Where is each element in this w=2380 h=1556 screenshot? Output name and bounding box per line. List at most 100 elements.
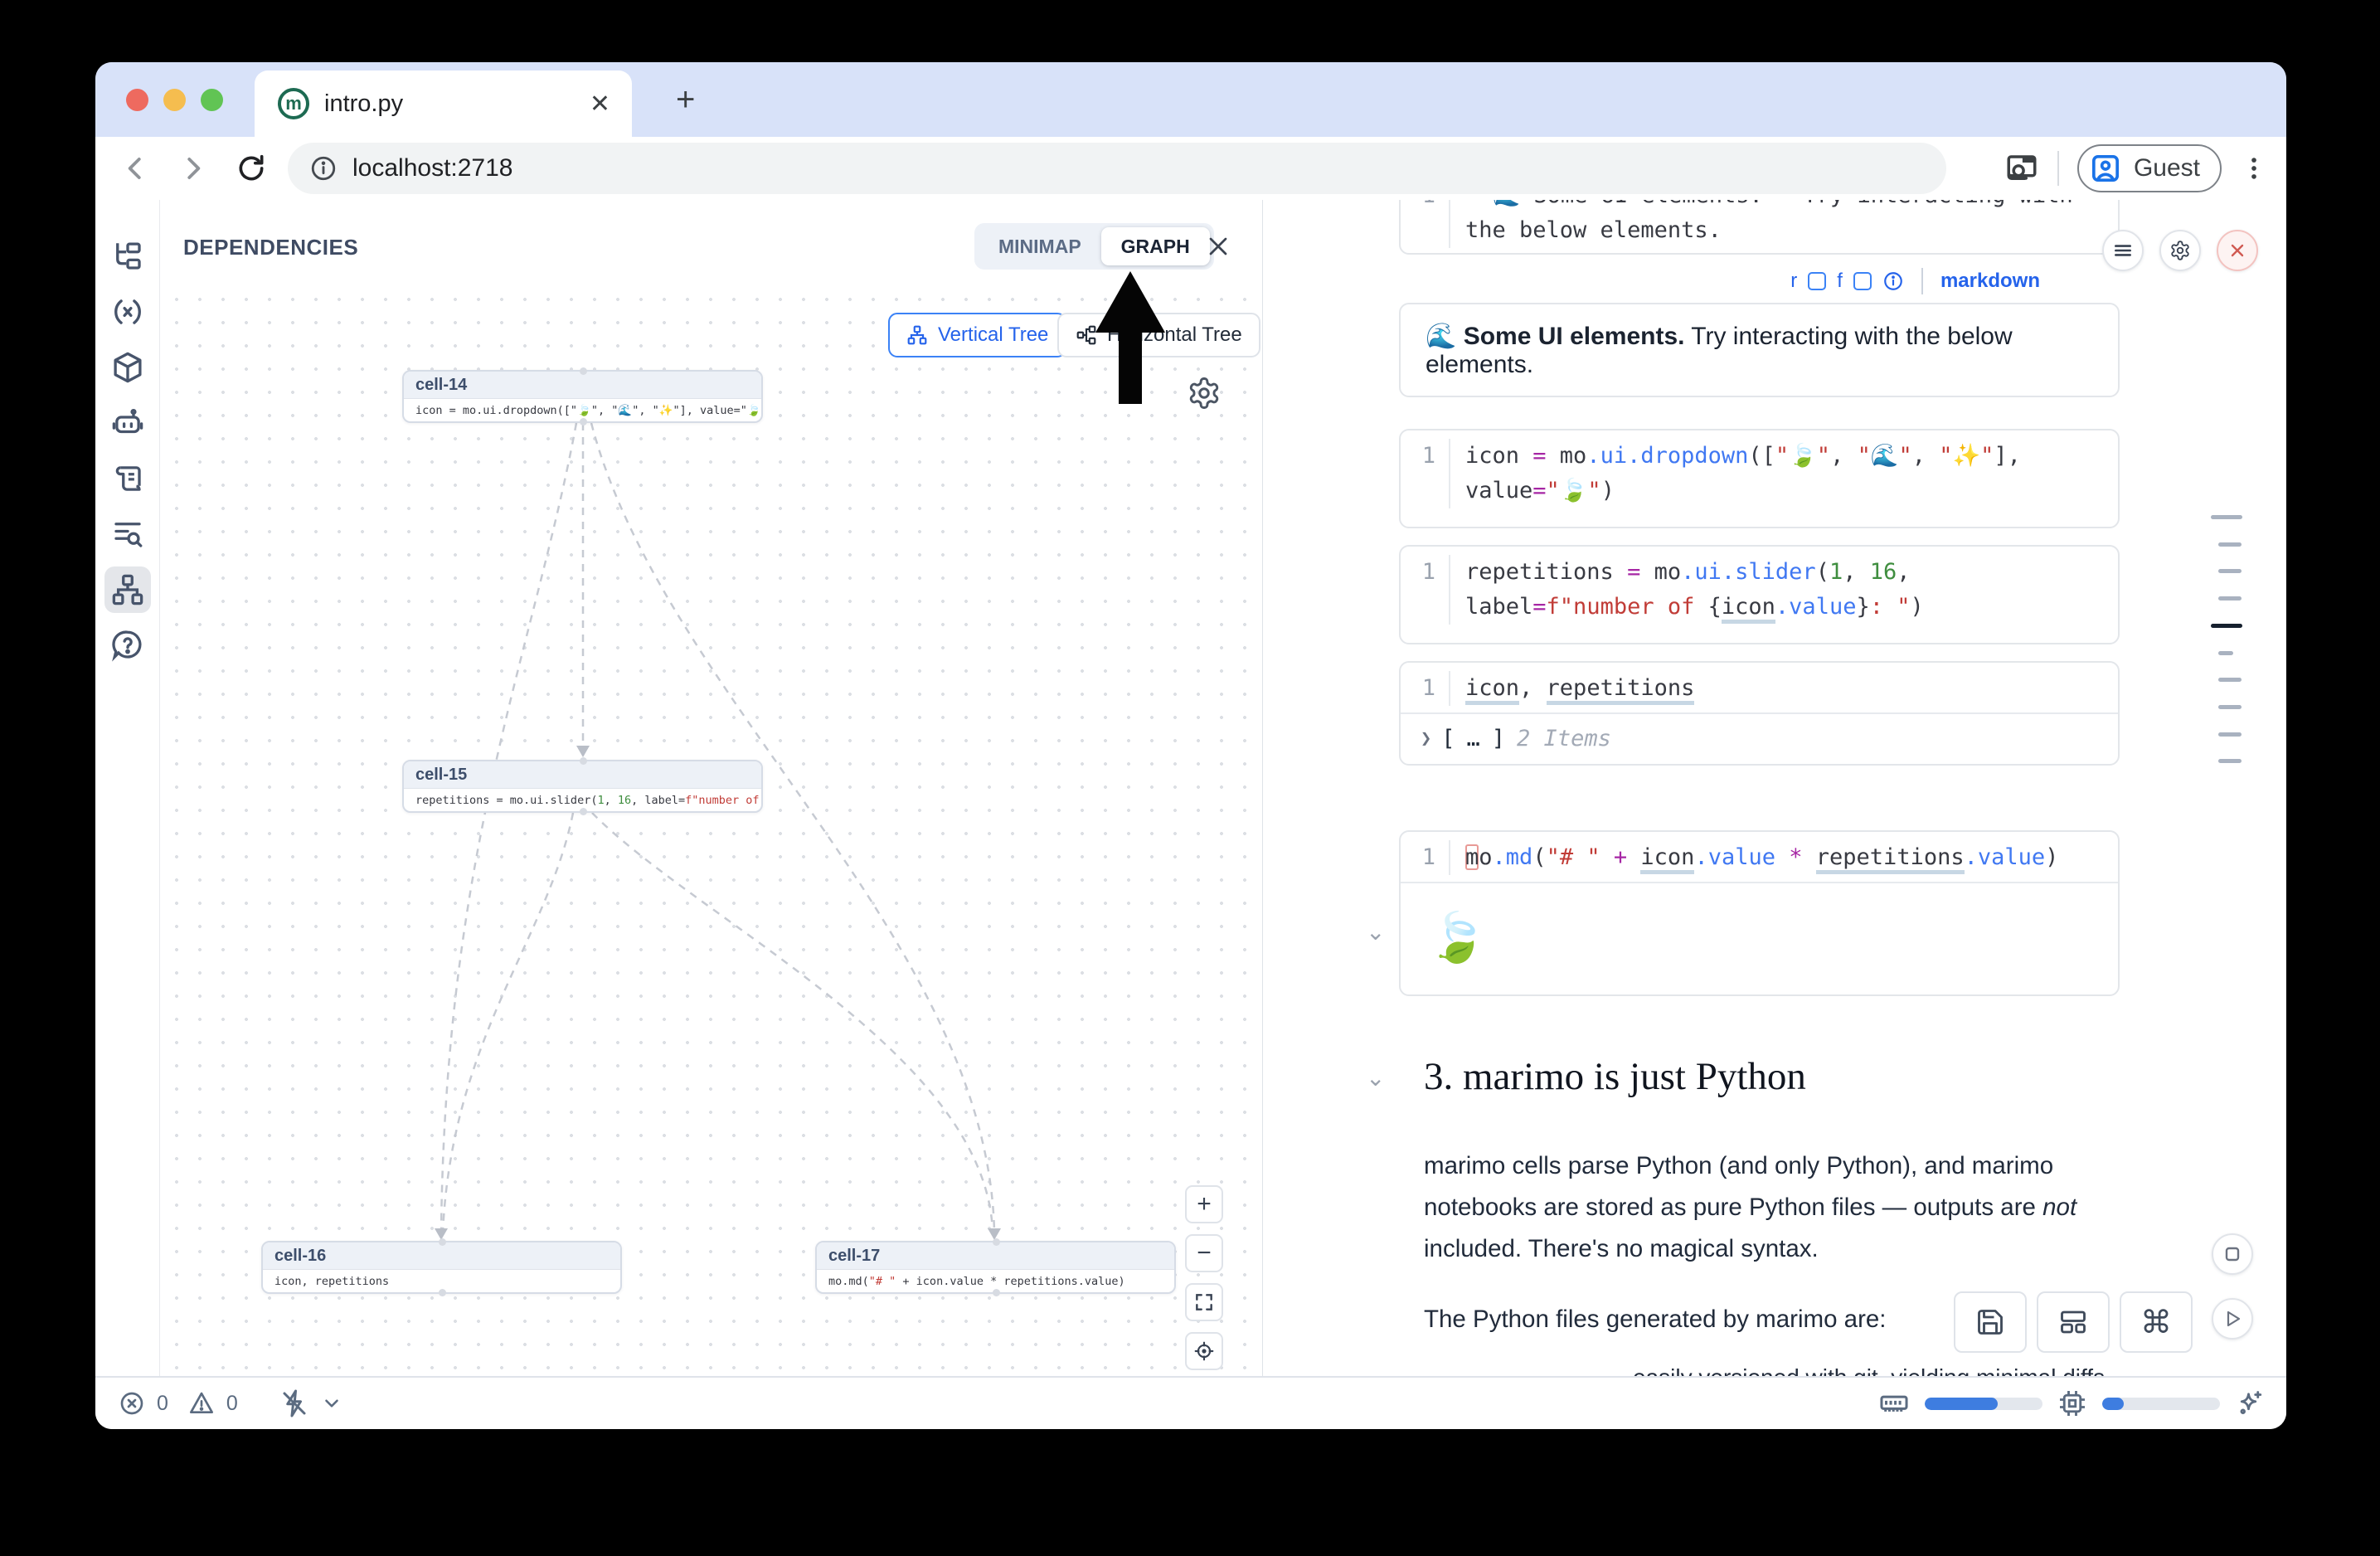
browser-tab[interactable]: m intro.py ✕ [255, 71, 632, 137]
site-info-icon[interactable] [309, 154, 338, 182]
sidebar-item-help[interactable] [104, 622, 151, 669]
md-cell-editor[interactable]: 1 **🌊 Some UI elements.** Try interactin… [1399, 200, 2120, 255]
chevron-down-icon[interactable] [321, 1393, 342, 1414]
md-cell-toolbar: r f markdown [1790, 265, 2040, 298]
zoom-window-button[interactable] [201, 89, 223, 111]
back-icon[interactable] [117, 150, 153, 187]
code-cell-tuple[interactable]: 1 icon, repetitions ❯ […] 2 Items [1399, 661, 2120, 766]
code-cell-md-leaf[interactable]: 1 mo.md("# " + icon.value * repetitions.… [1399, 830, 2120, 996]
url-bar[interactable]: localhost:2718 [288, 143, 1946, 194]
node-connector-dot [580, 367, 587, 375]
minimap-cell-tick[interactable] [2218, 732, 2242, 737]
close-icon [2227, 241, 2247, 260]
zoom-out-button[interactable]: − [1185, 1234, 1223, 1272]
error-count: 0 [157, 1392, 168, 1416]
minimap-current-cell[interactable] [2211, 624, 2242, 628]
code-cell-dropdown[interactable]: 1 icon = mo.ui.dropdown(["🍃", "🌊", "✨"],… [1399, 429, 2120, 528]
tab-title: intro.py [324, 90, 590, 118]
expand-output-icon[interactable]: ❯ [1421, 728, 1431, 749]
zoom-in-button[interactable]: + [1185, 1185, 1223, 1223]
sidebar-item-ai-assistant[interactable] [104, 400, 151, 446]
md-cell-code[interactable]: **🌊 Some UI elements.** Try interacting … [1450, 200, 2073, 248]
node-connector-dot [580, 757, 587, 765]
toggle-f-checkbox[interactable] [1853, 272, 1872, 290]
tab-close-icon[interactable]: ✕ [590, 90, 610, 119]
code-editor[interactable]: icon = mo.ui.dropdown(["🍃", "🌊", "✨"],va… [1450, 439, 2021, 508]
wave-emoji: 🌊 [1426, 323, 1456, 350]
dependency-graph-canvas[interactable]: Vertical Tree Horizontal Tree cell-14ico… [160, 283, 1262, 1376]
marimo-favicon: m [278, 88, 309, 119]
close-window-button[interactable] [126, 89, 148, 111]
minimize-window-button[interactable] [163, 89, 186, 111]
save-button[interactable] [1954, 1291, 2027, 1353]
fullscreen-button[interactable] [1185, 1283, 1223, 1321]
hamburger-icon [2112, 240, 2134, 261]
run-all-button[interactable] [2212, 1298, 2253, 1340]
collapse-section-icon[interactable]: ⌄ [1366, 1064, 1385, 1092]
toggle-r-label[interactable]: r [1790, 270, 1797, 293]
cpu-usage-meter [2102, 1398, 2220, 1410]
command-icon: ⌘ [2140, 1304, 2172, 1340]
minimap-cell-tick[interactable] [2218, 651, 2233, 655]
tuple-output[interactable]: ❯ […] 2 Items [1401, 714, 2118, 762]
stop-kernel-button[interactable] [2212, 1233, 2253, 1275]
tab-graph[interactable]: GRAPH [1101, 227, 1210, 265]
dependency-edges [160, 283, 1262, 1376]
dep-panel-close-icon[interactable] [1203, 231, 1233, 261]
layout-button[interactable] [2037, 1291, 2110, 1353]
code-cell-slider[interactable]: 1 repetitions = mo.ui.slider(1, 16,label… [1399, 545, 2120, 644]
layout-icon [2058, 1307, 2088, 1337]
sidebar-item-file-explorer[interactable] [104, 233, 151, 280]
minimap-cell-tick[interactable] [2218, 569, 2242, 573]
collapse-output-icon[interactable]: ⌄ [1366, 918, 1385, 946]
graph-node-cell-14[interactable]: cell-14icon = mo.ui.dropdown(["🍃", "🌊", … [402, 370, 763, 423]
notebook-menu-button[interactable] [2102, 230, 2144, 271]
code-editor[interactable]: icon, repetitions [1450, 671, 1694, 706]
tab-minimap[interactable]: MINIMAP [979, 227, 1101, 265]
md-cell-output: 🌊 Some UI elements. Try interacting with… [1399, 303, 2120, 397]
ram-icon [1878, 1388, 1910, 1419]
minimap-cell-tick[interactable] [2218, 678, 2242, 682]
minimap-cell-tick[interactable] [2218, 759, 2242, 763]
autorun-toggle[interactable] [279, 1388, 309, 1418]
notebook-panel: 1 **🌊 Some UI elements.** Try interactin… [1263, 200, 2286, 1376]
vertical-tree-button[interactable]: Vertical Tree [888, 313, 1066, 357]
profile-button[interactable]: Guest [2077, 144, 2222, 192]
sidebar-item-packages[interactable] [104, 344, 151, 391]
sidebar-item-logs[interactable] [104, 511, 151, 557]
graph-node-cell-16[interactable]: cell-16icon, repetitions [261, 1241, 622, 1294]
node-title: cell-15 [404, 761, 761, 789]
minimap-cell-tick[interactable] [2218, 705, 2242, 709]
reload-icon[interactable] [233, 150, 270, 187]
ai-sparkle-icon[interactable] [2235, 1388, 2265, 1418]
errors-indicator[interactable] [119, 1390, 145, 1417]
forward-icon[interactable] [175, 150, 211, 187]
toggle-f-label[interactable]: f [1837, 270, 1843, 293]
keyboard-shortcuts-button[interactable]: ⌘ [2120, 1291, 2193, 1353]
url-text: localhost:2718 [352, 154, 512, 182]
new-tab-button[interactable]: + [676, 85, 695, 114]
browser-menu-icon[interactable] [2240, 154, 2268, 182]
notebook-settings-button[interactable] [2159, 230, 2201, 271]
cell-language-label[interactable]: markdown [1940, 270, 2040, 293]
warnings-indicator[interactable] [188, 1390, 215, 1417]
locate-button[interactable] [1185, 1332, 1223, 1370]
sidebar-item-snippets[interactable] [104, 455, 151, 502]
graph-node-cell-17[interactable]: cell-17mo.md("# " + icon.value * repetit… [815, 1241, 1176, 1294]
graph-icon [110, 572, 145, 607]
minimap-cell-tick[interactable] [2211, 515, 2242, 519]
sidebar-item-dependency-graph[interactable] [104, 566, 151, 613]
sidebar-item-variables[interactable] [104, 289, 151, 335]
cpu-icon [2057, 1388, 2087, 1418]
minimap-cell-tick[interactable] [2218, 542, 2242, 547]
graph-settings-icon[interactable] [1187, 376, 1222, 411]
code-editor[interactable]: mo.md("# " + icon.value * repetitions.va… [1450, 840, 2058, 875]
shutdown-button[interactable] [2217, 230, 2258, 271]
graph-node-cell-15[interactable]: cell-15repetitions = mo.ui.slider(1, 16,… [402, 760, 763, 813]
browser-toolbar: localhost:2718 Guest [95, 137, 2286, 200]
code-editor[interactable]: repetitions = mo.ui.slider(1, 16,label=f… [1450, 555, 1924, 625]
toggle-r-checkbox[interactable] [1808, 272, 1826, 290]
minimap-cell-tick[interactable] [2218, 596, 2242, 601]
search-tabs-icon[interactable] [2004, 151, 2039, 186]
info-icon[interactable] [1882, 270, 1904, 292]
